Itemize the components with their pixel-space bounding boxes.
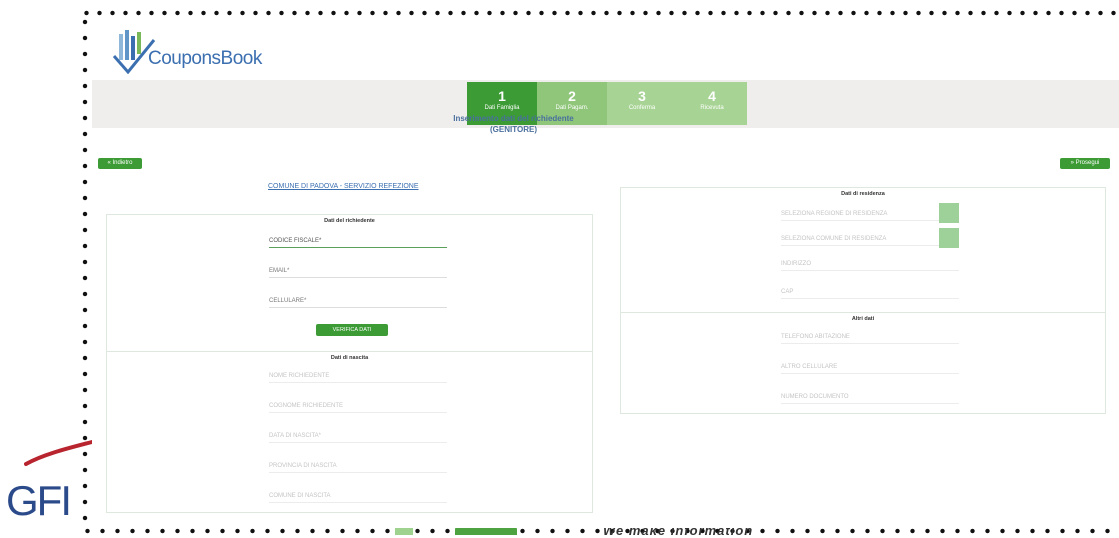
app-logo-text: CouponsBook <box>148 48 262 69</box>
slide-dotted-border-bottom <box>80 528 1119 534</box>
next-button[interactable]: » Prosegui <box>1060 158 1110 169</box>
other-data-panel: Altri dati TELEFONO ABITAZIONE ALTRO CEL… <box>620 312 1106 414</box>
telefono-input[interactable]: TELEFONO ABITAZIONE <box>781 327 959 344</box>
panel-title: Dati di nascita <box>330 355 369 361</box>
provincia-nascita-input[interactable]: PROVINCIA DI NASCITA <box>269 456 447 473</box>
numero-documento-input[interactable]: NUMERO DOCUMENTO <box>781 387 959 404</box>
regione-picker-button[interactable] <box>939 203 959 223</box>
indirizzo-input[interactable]: INDIRIZZO <box>781 254 959 271</box>
data-nascita-input[interactable]: DATA DI NASCITA* <box>269 426 447 443</box>
residence-panel: Dati di residenza SELEZIONA REGIONE DI R… <box>620 187 1106 314</box>
step-number: 4 <box>708 88 716 104</box>
app-header: CouponsBook <box>92 18 1119 80</box>
codice-fiscale-input[interactable]: CODICE FISCALE* <box>269 231 447 248</box>
email-input[interactable]: EMAIL* <box>269 261 447 278</box>
cellulare-input[interactable]: CELLULARE* <box>269 291 447 308</box>
panel-title: Dati del richiedente <box>324 218 375 224</box>
altro-cellulare-input[interactable]: ALTRO CELLULARE <box>781 357 959 374</box>
panel-title: Dati di residenza <box>841 191 885 197</box>
service-link[interactable]: COMUNE DI PADOVA - SERVIZIO REFEZIONE <box>268 183 419 190</box>
step-label: Conferma <box>628 105 656 111</box>
step-number: 1 <box>498 88 506 104</box>
comune-picker-button[interactable] <box>939 228 959 248</box>
nome-input[interactable]: NOME RICHIEDENTE <box>269 366 447 383</box>
verify-data-button[interactable]: VERIFICA DATI <box>316 324 388 336</box>
step-label: Ricevuta <box>700 105 724 111</box>
regione-select[interactable]: SELEZIONA REGIONE DI RESIDENZA <box>781 204 939 221</box>
back-button[interactable]: « Indietro <box>98 158 142 169</box>
cognome-input[interactable]: COGNOME RICHIEDENTE <box>269 396 447 413</box>
birth-data-panel: Dati di nascita NOME RICHIEDENTE COGNOME… <box>106 351 593 513</box>
page-subtitle: (GENITORE) <box>490 125 537 134</box>
slide-dotted-border-top <box>80 10 1119 16</box>
step-number: 2 <box>568 88 576 104</box>
cap-input[interactable]: CAP <box>781 282 959 299</box>
comune-nascita-input[interactable]: COMUNE DI NASCITA <box>269 486 447 503</box>
gfi-logo: GFI <box>6 477 72 524</box>
panel-title: Altri dati <box>851 316 875 322</box>
comune-residenza-select[interactable]: SELEZIONA COMUNE DI RESIDENZA <box>781 229 939 246</box>
page-title: Inserimento dati del richiedente (GENITO… <box>0 113 1027 135</box>
page-title-line: Inserimento dati del richiedente <box>453 114 574 123</box>
step-label: Dati Pagam. <box>555 105 589 111</box>
gfi-swoosh-icon <box>24 440 94 466</box>
step-label: Dati Famiglia <box>484 105 520 111</box>
step-number: 3 <box>638 88 646 104</box>
